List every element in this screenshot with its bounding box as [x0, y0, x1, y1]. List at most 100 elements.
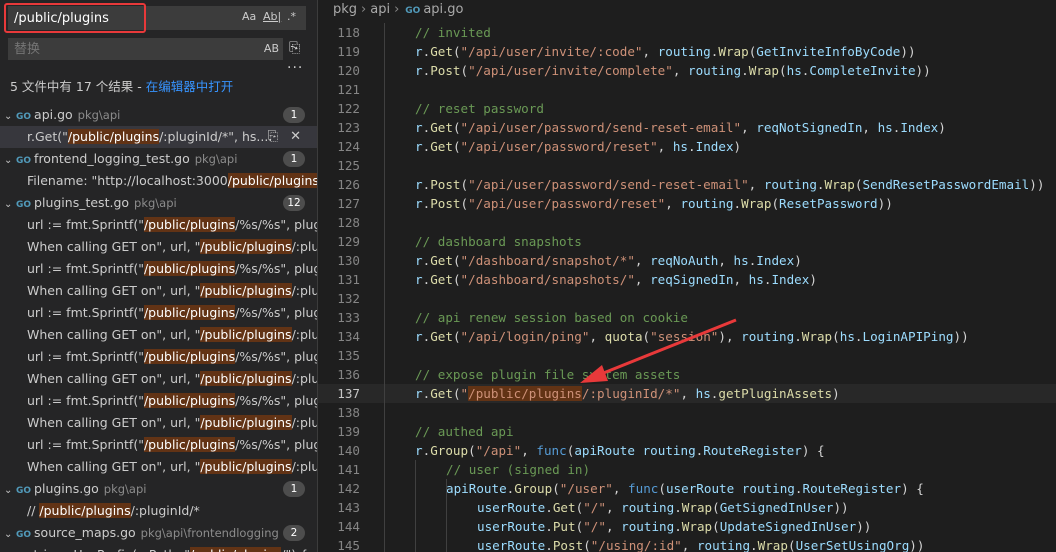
breadcrumb-item[interactable]: pkg — [333, 2, 357, 17]
code-line[interactable]: 121 — [318, 80, 1056, 99]
code-token: " — [460, 386, 469, 401]
match-whole-word-icon[interactable]: Ab| — [263, 10, 281, 23]
more-actions-icon[interactable]: ··· — [287, 60, 303, 76]
line-number: 129 — [337, 234, 360, 249]
replace-input-box[interactable]: AB — [8, 38, 283, 60]
result-file-row[interactable]: ⌄ GO plugins_test.go pkg\api 12 — [0, 192, 317, 214]
code-text: // user (signed in) — [446, 460, 590, 479]
result-match-row[interactable]: url := fmt.Sprintf("/public/plugins/%s/%… — [0, 390, 317, 412]
close-icon[interactable]: ✕ — [290, 129, 301, 144]
search-input-box[interactable]: Aa Ab| .* — [8, 6, 306, 30]
code-line[interactable]: 118 // invited — [318, 23, 1056, 42]
code-line[interactable]: 126 r. Post("/api/user/password/send-reset… — [318, 175, 1056, 194]
code-line[interactable]: 144 userRoute.Put("/", routing.Wrap(Updat… — [318, 517, 1056, 536]
result-match-row[interactable]: When calling GET on", url, "/public/plug… — [0, 236, 317, 258]
result-match-row[interactable]: Filename: "http://localhost:3000/public/… — [0, 170, 317, 192]
result-match-row[interactable]: url := fmt.Sprintf("/public/plugins/%s/%… — [0, 302, 317, 324]
code-token: routing — [696, 538, 751, 552]
code-line[interactable]: 129 // dashboard snapshots — [318, 232, 1056, 251]
match-prefix: When calling GET on", url, " — [27, 371, 201, 386]
code-line[interactable]: 136 // expose plugin file system assets — [318, 365, 1056, 384]
code-line[interactable]: 137 r.Get("/public/plugins/:pluginId/*", … — [318, 384, 1056, 403]
chevron-down-icon[interactable]: ⌄ — [4, 150, 14, 170]
breadcrumb-item[interactable]: api.go — [423, 2, 463, 17]
result-match-row[interactable]: url := fmt.Sprintf("/public/plugins/%s/%… — [0, 434, 317, 456]
result-match-row[interactable]: strings.HasPrefix(u.Path, "/public/plugi… — [0, 544, 317, 552]
code-line[interactable]: 138 — [318, 403, 1056, 422]
code-line[interactable]: 131 r.Get("/dashboard/snapshots/", reqSig… — [318, 270, 1056, 289]
code-line[interactable]: 122 // reset password — [318, 99, 1056, 118]
code-line[interactable]: 124 r.Get("/api/user/password/reset", hs.… — [318, 137, 1056, 156]
code-text: r.Get("/dashboard/snapshots/", reqSigned… — [415, 270, 817, 289]
search-summary: 5 文件中有 17 个结果 - 在编辑器中打开 — [10, 76, 233, 95]
code-lines[interactable]: 118// invited 119 r.Get("/api/user/invite/… — [318, 23, 1056, 552]
code-line[interactable]: 139 // authed api — [318, 422, 1056, 441]
indent-guide — [446, 479, 447, 552]
code-line[interactable]: 123 r.Get("/api/user/password/send-reset-… — [318, 118, 1056, 137]
code-token: , — [733, 272, 749, 287]
code-line[interactable]: 134 r.Get("/api/login/ping", quota("sessi… — [318, 327, 1056, 346]
code-line[interactable]: 132 — [318, 289, 1056, 308]
code-line[interactable]: 135 — [318, 346, 1056, 365]
chevron-down-icon[interactable]: ⌄ — [4, 524, 14, 544]
search-input[interactable] — [8, 6, 240, 30]
code-line[interactable]: 140 r.Group("/api", func(apiRoute routing… — [318, 441, 1056, 460]
code-token: ) { — [901, 481, 924, 496]
result-match-row[interactable]: When calling GET on", url, "/public/plug… — [0, 456, 317, 478]
code-line[interactable]: 127 r.Post("/api/user/password/reset", ro… — [318, 194, 1056, 213]
result-match-row[interactable]: When calling GET on", url, "/public/plug… — [0, 280, 317, 302]
code-editor[interactable]: pkg › api › GO api.go 118// invited 119 r.Get("… — [318, 0, 1056, 552]
result-match-row[interactable]: When calling GET on", url, "/public/plug… — [0, 324, 317, 346]
result-file-row[interactable]: ⌄ GO api.go pkg\api 1 — [0, 104, 317, 126]
result-match-row[interactable]: When calling GET on", url, "/public/plug… — [0, 412, 317, 434]
code-token: ( — [771, 196, 780, 211]
code-line[interactable]: 145 userRoute.Post("/using/:id", routing.… — [318, 536, 1056, 552]
chevron-down-icon[interactable]: ⌄ — [4, 106, 14, 126]
result-file-row[interactable]: ⌄ GO frontend_logging_test.go pkg\api 1 — [0, 148, 317, 170]
code-token: , — [748, 177, 764, 192]
regex-icon[interactable]: .* — [287, 10, 296, 23]
match-count-badge: 1 — [283, 481, 305, 497]
code-token: , — [605, 519, 622, 534]
chevron-down-icon[interactable]: ⌄ — [4, 194, 14, 214]
code-line[interactable]: 143 userRoute.Get("/", routing.Wrap(GetSi… — [318, 498, 1056, 517]
match-highlight: /public/plugins — [143, 217, 236, 232]
match-case-icon[interactable]: Aa — [242, 10, 256, 23]
replace-all-icon[interactable]: ⎘ — [289, 40, 300, 56]
line-number: 122 — [337, 101, 360, 116]
code-line[interactable]: 120 r.Post("/api/user/invite/complete", r… — [318, 61, 1056, 80]
open-in-editor-link[interactable]: 在编辑器中打开 — [146, 79, 234, 94]
result-match-row[interactable]: r.Get("/public/plugins/:pluginId/*", hs.… — [0, 126, 317, 148]
result-file-row[interactable]: ⌄ GO plugins.go pkg\api 1 — [0, 478, 317, 500]
code-line[interactable]: 128 — [318, 213, 1056, 232]
result-match-row[interactable]: url := fmt.Sprintf("/public/plugins/%s/%… — [0, 346, 317, 368]
code-token: func — [536, 443, 567, 458]
code-token: , — [642, 44, 658, 59]
code-token: , — [862, 120, 878, 135]
preserve-case-icon[interactable]: AB — [264, 42, 279, 55]
result-match-row[interactable]: url := fmt.Sprintf("/public/plugins/%s/%… — [0, 258, 317, 280]
code-token: ( — [452, 253, 461, 268]
code-line[interactable]: 119 r.Get("/api/user/invite/:code", routi… — [318, 42, 1056, 61]
code-token: Post — [430, 63, 461, 78]
code-token: ( — [552, 481, 560, 496]
chevron-down-icon[interactable]: ⌄ — [4, 480, 14, 500]
replace-icon[interactable]: ⎘ — [268, 129, 278, 144]
replace-input[interactable] — [8, 38, 250, 60]
code-line[interactable]: 142 apiRoute.Group("/user", func(userRout… — [318, 479, 1056, 498]
code-token: . — [854, 329, 863, 344]
code-line[interactable]: 141 // user (signed in) — [318, 460, 1056, 479]
result-file-row[interactable]: ⌄ GO source_maps.go pkg\api\frontendlogging… — [0, 522, 317, 544]
result-match-row[interactable]: url := fmt.Sprintf("/public/plugins/%s/%… — [0, 214, 317, 236]
code-line[interactable]: 130 r.Get("/dashboard/snapshot/*", reqNoA… — [318, 251, 1056, 270]
result-match-row[interactable]: // /public/plugins/:pluginId/* — [0, 500, 317, 522]
code-token: routing — [688, 63, 742, 78]
summary-text: 5 文件中有 17 个结果 - — [10, 79, 146, 94]
breadcrumb-item[interactable]: api — [370, 2, 390, 17]
code-line[interactable]: 125 — [318, 156, 1056, 175]
code-token: ( — [452, 386, 461, 401]
code-token: CompleteInvite — [809, 63, 916, 78]
code-line[interactable]: 133 // api renew session based on cookie — [318, 308, 1056, 327]
result-match-row[interactable]: When calling GET on", url, "/public/plug… — [0, 368, 317, 390]
